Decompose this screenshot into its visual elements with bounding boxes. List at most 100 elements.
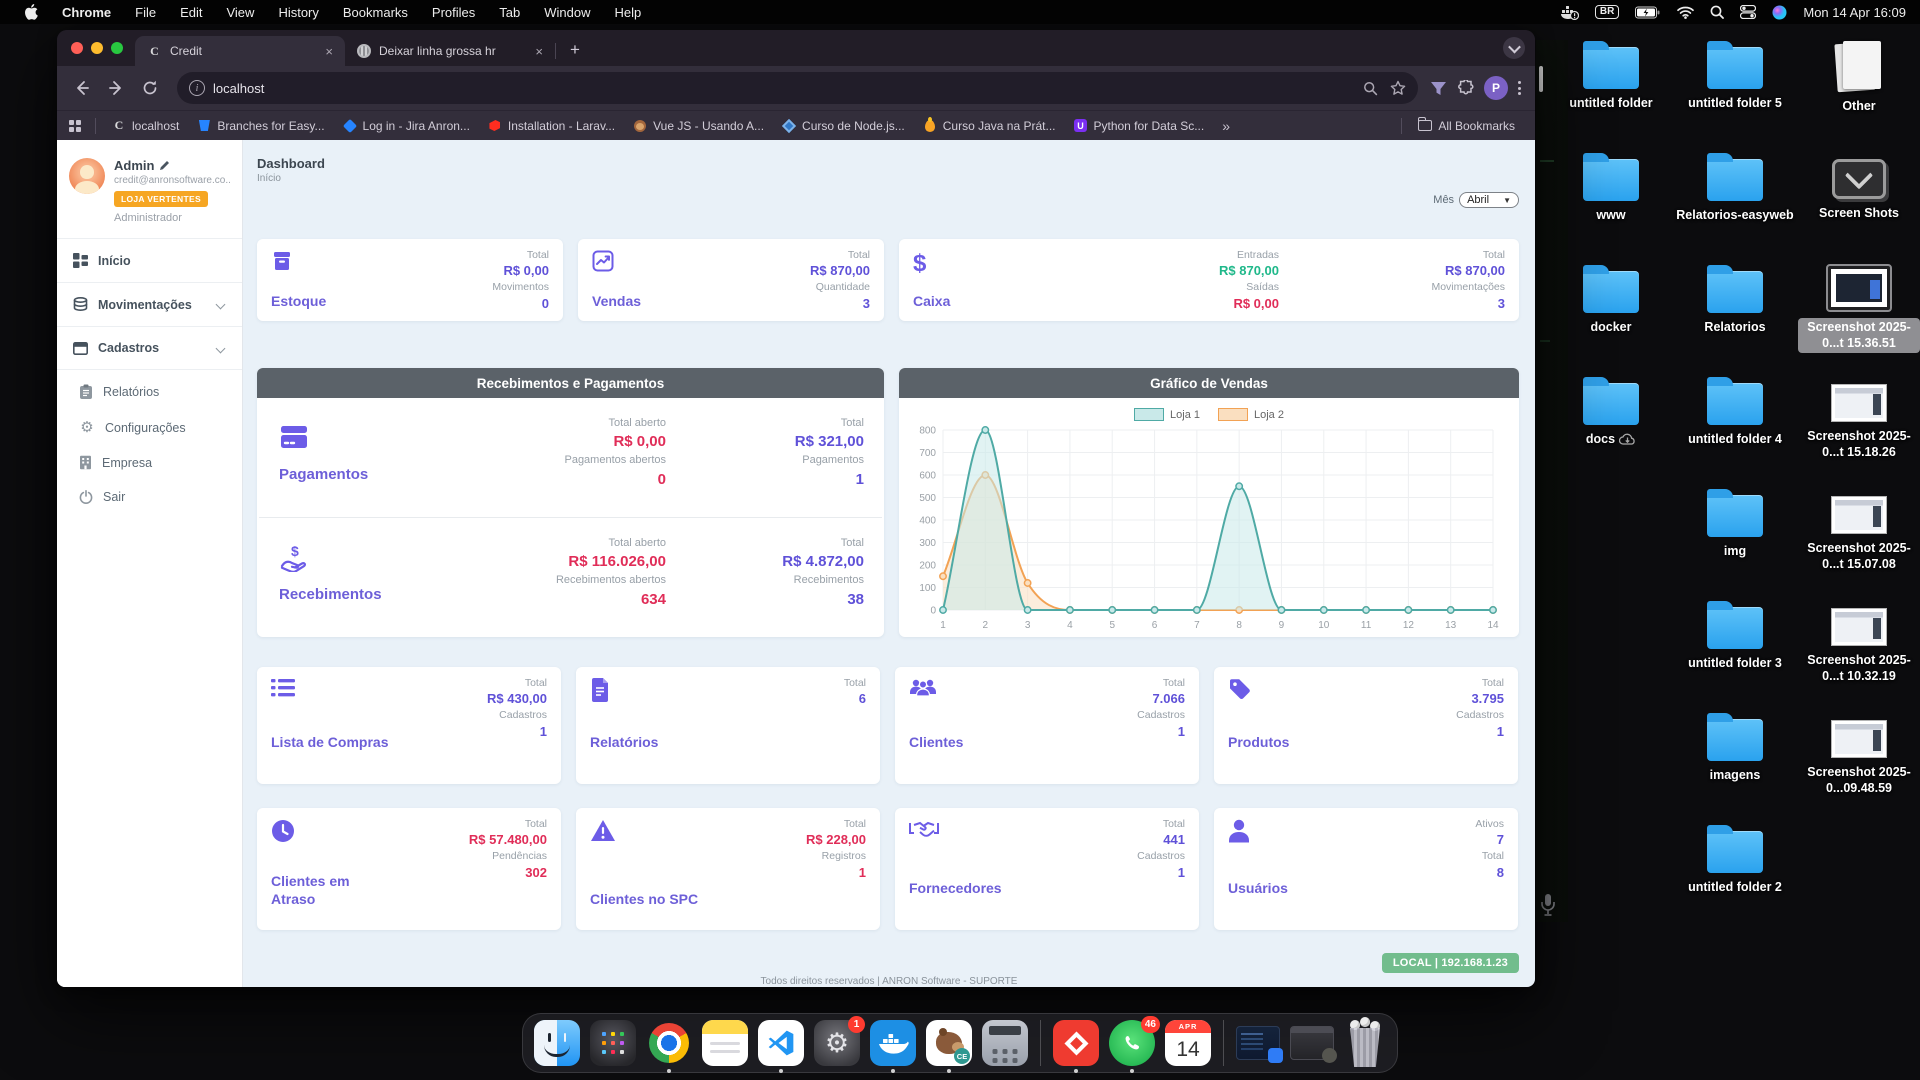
card-vendas[interactable]: Vendas Total R$ 870,00 Quantidade 3 [578,239,884,321]
close-tab-icon[interactable]: × [323,44,335,59]
bookmark-laravel[interactable]: Installation - Larav... [480,116,623,136]
bookmark-vuejs[interactable]: Vue JS - Usando A... [625,116,772,136]
menu-help[interactable]: Help [605,0,652,24]
menubar-clock[interactable]: Mon 14 Apr 16:09 [1803,5,1906,20]
forward-button[interactable] [101,73,131,103]
profile-avatar[interactable]: P [1484,76,1508,100]
desktop-folder[interactable]: untitled folder 5 [1673,40,1797,152]
card-fornecedores[interactable]: Fornecedores Total 441 Cadastros 1 [895,808,1199,930]
desktop-folder[interactable]: imagens [1673,712,1797,824]
finder-dock-icon[interactable] [534,1020,580,1066]
minimized-window-thumbnail[interactable] [1236,1026,1280,1060]
notes-dock-icon[interactable] [702,1020,748,1066]
dbeaver-dock-icon[interactable]: CE [926,1020,972,1066]
vscode-dock-icon[interactable] [758,1020,804,1066]
filter-extension-icon[interactable] [1430,81,1447,96]
desktop-folder[interactable]: untitled folder 3 [1673,600,1797,712]
card-produtos[interactable]: Produtos Total 3.795 Cadastros 1 [1214,667,1518,784]
card-lista-de-compras[interactable]: Lista de Compras Total R$ 430,00 Cadastr… [257,667,561,784]
card-clientes[interactable]: Clientes Total 7.066 Cadastros 1 [895,667,1199,784]
desktop-folder[interactable]: www [1549,152,1673,264]
desktop-folder[interactable]: img [1673,488,1797,600]
desktop-folder-docs[interactable]: docs [1549,376,1673,488]
control-center-icon[interactable] [1740,5,1756,19]
docker-status-icon[interactable] [1561,5,1579,20]
spotlight-search-icon[interactable] [1710,5,1724,19]
menu-tab[interactable]: Tab [489,0,530,24]
siri-icon[interactable] [1772,5,1787,20]
pagamentos-row[interactable]: Pagamentos Total aberto R$ 0,00 Pagament… [257,398,884,517]
apple-menu[interactable] [14,0,48,24]
calculator-dock-icon[interactable] [982,1020,1028,1066]
recebimentos-row[interactable]: $ Recebimentos Total aberto R$ 116.026,0… [257,518,884,637]
card-clientes-no-spc[interactable]: Clientes no SPC Total R$ 228,00 Registro… [576,808,880,930]
card-usuarios[interactable]: Usuários Ativos 7 Total 8 [1214,808,1518,930]
sidebar-item-empresa[interactable]: Empresa [57,445,242,480]
site-info-icon[interactable]: i [189,80,205,96]
chrome-menu-icon[interactable] [1518,81,1521,95]
user-avatar[interactable] [69,158,105,194]
desktop-folder[interactable]: untitled folder 4 [1673,376,1797,488]
bookmarks-overflow-icon[interactable]: » [1214,118,1238,134]
card-estoque[interactable]: Estoque Total R$ 0,00 Movimentos 0 [257,239,563,321]
edit-pencil-icon[interactable] [159,160,170,171]
desktop-folder[interactable]: untitled folder 2 [1673,824,1797,936]
sidebar-item-sair[interactable]: Sair [57,480,242,514]
zoom-window-button[interactable] [111,42,123,54]
card-caixa[interactable]: $ Caixa Entradas R$ 870,00 Saídas R$ 0,0… [899,239,1519,321]
back-button[interactable] [67,73,97,103]
bookmark-python-udemy[interactable]: U Python for Data Sc... [1065,116,1212,136]
settings-dock-icon[interactable]: ⚙ 1 [814,1020,860,1066]
trash-dock-icon[interactable] [1344,1019,1386,1067]
desktop-folder[interactable]: Relatorios [1673,264,1797,376]
desktop-other-stack[interactable]: Other [1797,40,1920,152]
card-relatorios[interactable]: Relatórios Total 6 [576,667,880,784]
card-clientes-em-atraso[interactable]: Clientes em Atraso Total R$ 57.480,00 Pe… [257,808,561,930]
sidebar-item-inicio[interactable]: Início [57,243,242,278]
search-tabs-icon[interactable] [1363,81,1378,96]
tab-credit[interactable]: C Credit × [135,36,345,66]
desktop-folder[interactable]: docker [1549,264,1673,376]
bookmark-star-icon[interactable] [1390,80,1406,96]
launchpad-dock-icon[interactable] [590,1020,636,1066]
calendar-dock-icon[interactable]: APR 14 [1165,1020,1211,1066]
menu-chrome[interactable]: Chrome [52,0,121,24]
menu-history[interactable]: History [268,0,328,24]
minimized-window-thumbnail[interactable] [1290,1026,1334,1060]
desktop-folder[interactable]: untitled folder [1549,40,1673,152]
menu-window[interactable]: Window [534,0,600,24]
wifi-icon[interactable] [1677,6,1694,19]
anydesk-dock-icon[interactable] [1053,1020,1099,1066]
bookmark-jira[interactable]: Log in - Jira Anron... [335,116,478,136]
desktop-screenshots-stack[interactable]: Screen Shots [1797,152,1920,264]
desktop-screenshot-selected[interactable]: Screenshot 2025-0...t 15.36.51 [1797,264,1920,376]
month-select[interactable]: Abril ▼ [1459,192,1519,208]
apps-grid-icon[interactable] [69,120,81,132]
desktop-screenshot[interactable]: Screenshot 2025-0...09.48.59 [1797,712,1920,824]
extensions-puzzle-icon[interactable] [1457,80,1474,97]
desktop-folder[interactable]: Relatorios-easyweb [1673,152,1797,264]
desktop-screenshot[interactable]: Screenshot 2025-0...t 15.18.26 [1797,376,1920,488]
new-tab-button[interactable]: + [562,37,588,63]
all-bookmarks-button[interactable]: All Bookmarks [1410,116,1523,136]
desktop-screenshot[interactable]: Screenshot 2025-0...t 10.32.19 [1797,600,1920,712]
close-tab-icon[interactable]: × [533,44,545,59]
docker-dock-icon[interactable] [870,1020,916,1066]
menu-profiles[interactable]: Profiles [422,0,485,24]
address-bar[interactable]: i localhost [177,72,1418,104]
bookmark-nodejs[interactable]: Curso de Node.js... [774,116,913,136]
battery-icon[interactable] [1635,6,1661,19]
chrome-dock-icon[interactable] [646,1020,692,1066]
menu-edit[interactable]: Edit [170,0,212,24]
menu-file[interactable]: File [125,0,166,24]
desktop-screenshot[interactable]: Screenshot 2025-0...t 15.07.08 [1797,488,1920,600]
menu-bookmarks[interactable]: Bookmarks [333,0,418,24]
sidebar-item-cadastros[interactable]: Cadastros [57,331,242,365]
minimize-window-button[interactable] [91,42,103,54]
bookmark-bitbucket[interactable]: Branches for Easy... [189,116,332,136]
menu-view[interactable]: View [216,0,264,24]
reload-button[interactable] [135,73,165,103]
sidebar-item-configuracoes[interactable]: ⚙ Configurações [57,410,242,445]
bookmark-localhost[interactable]: C localhost [104,116,187,136]
keyboard-layout-badge[interactable]: BR [1595,5,1619,19]
